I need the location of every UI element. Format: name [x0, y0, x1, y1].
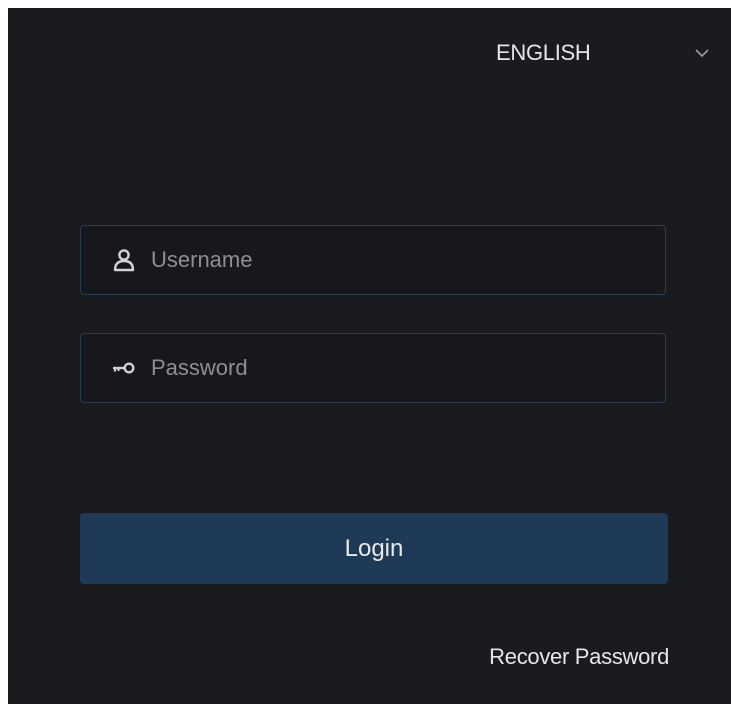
recover-password-link[interactable]: Recover Password: [489, 644, 669, 670]
user-icon: [113, 249, 135, 272]
username-field[interactable]: [80, 225, 666, 295]
login-button[interactable]: Login: [80, 513, 668, 584]
password-field[interactable]: [80, 333, 666, 403]
key-icon: [113, 362, 135, 374]
language-select[interactable]: ENGLISH: [496, 38, 711, 68]
top-cropped-strip: [0, 0, 731, 8]
language-label: ENGLISH: [496, 40, 591, 65]
chevron-down-icon: [695, 49, 709, 58]
password-input[interactable]: [151, 334, 665, 402]
username-input[interactable]: [151, 226, 665, 294]
login-panel: ENGLISH Login Recover Password: [8, 8, 731, 704]
